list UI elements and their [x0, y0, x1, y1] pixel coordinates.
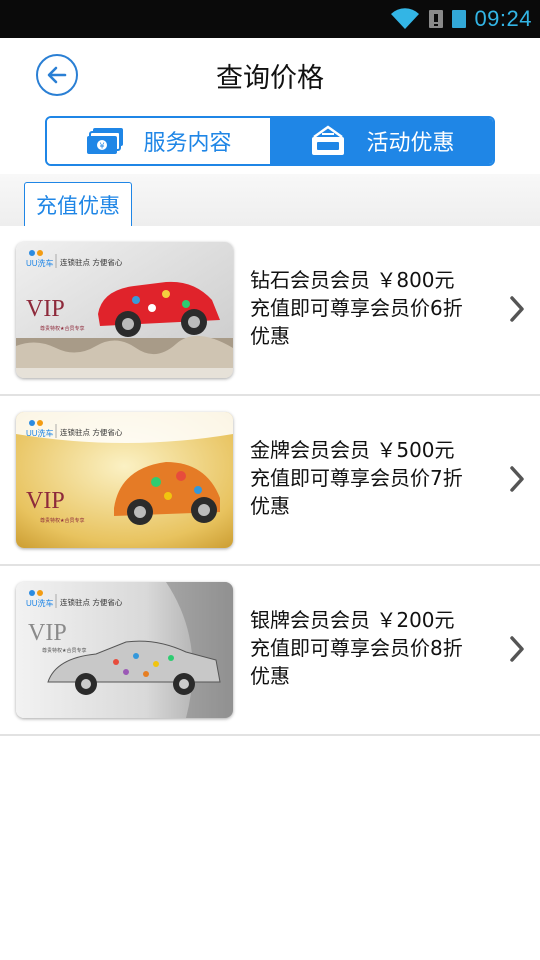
- membership-title: 钻石会员会员 ￥800元: [250, 268, 455, 292]
- membership-title: 金牌会员会员 ￥500元: [250, 438, 455, 462]
- battery-icon: [452, 10, 467, 28]
- tab-label: 活动优惠: [366, 131, 455, 156]
- membership-offer-suffix: 优惠: [250, 324, 290, 348]
- membership-description: 银牌会员会员 ￥200元 充值即可尊享会员价8折 优惠: [250, 606, 500, 690]
- tab-label: 服务内容: [143, 131, 232, 156]
- card-vip: VIP: [28, 620, 67, 646]
- membership-offer-suffix: 优惠: [250, 494, 290, 518]
- card-slogan: 连锁驻点 方便省心: [60, 427, 123, 437]
- membership-offer: 充值即可尊享会员价8折: [250, 636, 463, 660]
- gift-card-icon: [312, 125, 345, 155]
- chevron-right-icon: [510, 636, 524, 662]
- chevron-right-icon: [510, 466, 524, 492]
- wifi-icon: [391, 8, 420, 29]
- membership-description: 金牌会员会员 ￥500元 充值即可尊享会员价7折 优惠: [250, 436, 500, 520]
- membership-title: 银牌会员会员 ￥200元: [250, 608, 455, 632]
- card-tagline: 尊贵特权★合员专享: [42, 647, 86, 654]
- list-item-gold[interactable]: UU洗车 连锁驻点 方便省心 VIP 尊贵特权★合员专享 金牌会员会员 ￥500…: [0, 396, 540, 566]
- membership-offer: 充值即可尊享会员价7折: [250, 466, 463, 490]
- card-slogan: 连锁驻点 方便省心: [60, 257, 123, 267]
- tab-service-content[interactable]: ¥ 服务内容: [47, 118, 270, 164]
- membership-offer: 充值即可尊享会员价6折: [250, 296, 463, 320]
- card-brand: UU洗车: [26, 598, 54, 608]
- vip-card-image: UU洗车 连锁驻点 方便省心 VIP 尊贵特权★合员专享: [16, 242, 233, 378]
- tab-promotions[interactable]: 活动优惠: [270, 118, 493, 164]
- page-title: 查询价格: [216, 63, 324, 94]
- card-vip: VIP: [26, 488, 65, 514]
- vip-card-image: UU洗车 连锁驻点 方便省心 VIP 尊贵特权★合员专享: [16, 412, 233, 548]
- chevron-right-icon: [510, 296, 524, 322]
- card-tagline: 尊贵特权★合员专享: [40, 325, 84, 332]
- card-tagline: 尊贵特权★合员专享: [40, 517, 84, 524]
- header: 查询价格: [0, 38, 540, 110]
- status-time: 09:24: [474, 6, 532, 31]
- status-icons: 09:24: [390, 4, 532, 34]
- membership-description: 钻石会员会员 ￥800元 充值即可尊享会员价6折 优惠: [250, 266, 500, 350]
- status-bar: 09:24: [0, 0, 540, 38]
- list-item-silver[interactable]: UU洗车 连锁驻点 方便省心 VIP 尊贵特权★合员专享 银牌会员会员 ￥200…: [0, 566, 540, 736]
- card-brand: UU洗车: [26, 428, 54, 438]
- tab-bar: ¥ 服务内容 活动优惠: [45, 116, 495, 166]
- list-item-diamond[interactable]: UU洗车 连锁驻点 方便省心 VIP 尊贵特权★合员专享 钻石会员会员 ￥800…: [0, 226, 540, 396]
- svg-text:¥: ¥: [100, 142, 105, 151]
- membership-list: UU洗车 连锁驻点 方便省心 VIP 尊贵特权★合员专享 钻石会员会员 ￥800…: [0, 226, 540, 736]
- money-icon: ¥: [87, 128, 124, 154]
- subtab-recharge-offers[interactable]: 充值优惠: [24, 182, 132, 226]
- card-vip: VIP: [26, 296, 65, 322]
- card-slogan: 连锁驻点 方便省心: [60, 597, 123, 607]
- vip-card-image: UU洗车 连锁驻点 方便省心 VIP 尊贵特权★合员专享: [16, 582, 233, 718]
- card-brand: UU洗车: [26, 258, 54, 268]
- sim-signal-icon: [429, 10, 444, 28]
- membership-offer-suffix: 优惠: [250, 664, 290, 688]
